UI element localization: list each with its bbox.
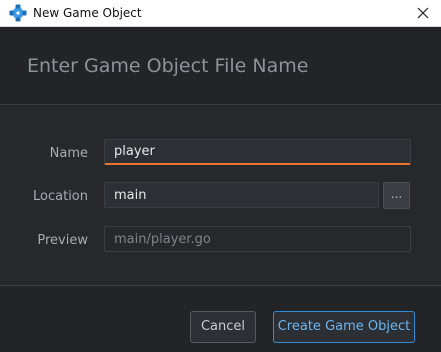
name-label: Name bbox=[49, 146, 88, 161]
dialog-window: New Game Object Enter Game Object File N… bbox=[0, 0, 441, 352]
location-field[interactable] bbox=[104, 182, 379, 208]
defold-logo-icon bbox=[9, 4, 27, 22]
name-field[interactable] bbox=[104, 139, 411, 165]
location-label: Location bbox=[33, 189, 88, 204]
cancel-button[interactable]: Cancel bbox=[190, 311, 256, 343]
close-icon bbox=[417, 7, 429, 19]
dialog-heading: Enter Game Object File Name bbox=[27, 55, 309, 77]
form-panel: Name Location ... Preview bbox=[0, 105, 441, 286]
preview-label: Preview bbox=[37, 233, 88, 248]
title-bar: New Game Object bbox=[0, 0, 441, 27]
browse-location-button[interactable]: ... bbox=[383, 182, 410, 209]
window-title: New Game Object bbox=[33, 6, 142, 20]
create-game-object-button[interactable]: Create Game Object bbox=[273, 311, 415, 343]
dialog-footer: Cancel Create Game Object bbox=[0, 286, 441, 352]
dialog-header: Enter Game Object File Name bbox=[0, 27, 441, 105]
preview-field bbox=[104, 226, 411, 252]
close-button[interactable] bbox=[413, 3, 433, 23]
